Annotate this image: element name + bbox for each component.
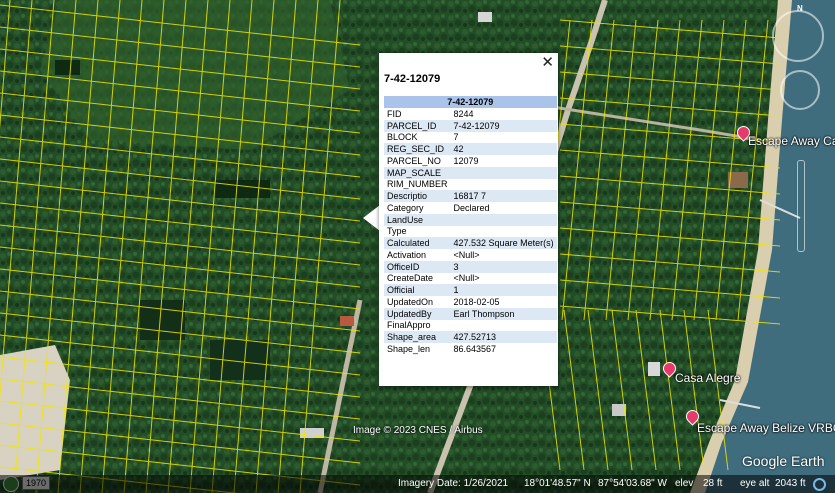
attribute-value: 12079 [450, 155, 557, 167]
attribute-value: <Null> [450, 272, 557, 285]
attribute-key: Shape_len [384, 343, 451, 355]
attribute-value: 1 [450, 284, 557, 296]
imagery-date: Imagery Date: 1/26/2021 [398, 478, 509, 489]
place-label-casa-alegre[interactable]: Casa Alegre [675, 371, 740, 385]
attribute-key: BLOCK [384, 131, 451, 144]
attribute-table: 7-42-12079 FID 8244 PARCEL_ID 7-42-12079 BLO… [384, 96, 557, 355]
eye-alt-value: 2043 ft [775, 478, 806, 489]
attribute-key: LandUse [384, 213, 451, 226]
attribute-key: MAP_SCALE [384, 166, 451, 179]
table-row: BLOCK 7 [384, 131, 557, 144]
status-bar: Imagery Date: 1/26/2021 18°01'48.57" N 8… [0, 475, 835, 493]
status-indicator-icon [813, 478, 826, 491]
attribute-value: 7 [450, 131, 557, 144]
table-row: LandUse [384, 213, 557, 226]
attribute-key: FID [384, 108, 451, 120]
table-row: Category Declared [384, 202, 557, 214]
attribute-value [450, 213, 557, 226]
table-row: RIM_NUMBER [384, 178, 557, 191]
elevation-label: elev [675, 478, 694, 489]
attribute-value [450, 319, 557, 332]
attribute-value: 16817 7 [450, 190, 557, 202]
longitude: 87°54'03.68" W [598, 478, 667, 489]
attribute-key: UpdatedBy [384, 307, 451, 320]
attribute-key: OfficeID [384, 260, 451, 273]
table-row: CreateDate <Null> [384, 272, 557, 285]
attribute-key: RIM_NUMBER [384, 178, 451, 191]
eye-alt-label: eye alt [740, 478, 770, 489]
attribute-key: PARCEL_ID [384, 119, 451, 132]
attribute-value: Declared [450, 202, 557, 214]
look-control[interactable] [772, 10, 824, 62]
attribute-value: 86.643567 [450, 343, 557, 355]
table-row: Calculated 427.532 Square Meter(s) [384, 237, 557, 249]
place-label-escape-away-casa[interactable]: Escape Away Casa C [748, 134, 835, 148]
attribute-key: Activation [384, 249, 451, 261]
attribute-value: 42 [450, 143, 557, 155]
table-row: REG_SEC_ID 42 [384, 143, 557, 155]
close-icon[interactable]: ✕ [541, 54, 554, 72]
table-row: Activation <Null> [384, 249, 557, 261]
attribute-value: 427.532 Square Meter(s) [450, 237, 557, 249]
table-row: PARCEL_NO 12079 [384, 155, 557, 167]
table-row: FID 8244 [384, 108, 557, 120]
attribute-key: Type [384, 225, 451, 238]
table-row: OfficeID 3 [384, 260, 557, 273]
table-row: Shape_area 427.52713 [384, 331, 557, 343]
compass-north-label: N [797, 4, 803, 13]
table-row: Type [384, 225, 557, 238]
attribute-key: Descriptio [384, 190, 451, 202]
attribute-key: FinalAppro [384, 319, 451, 332]
attribute-value: Earl Thompson [450, 307, 557, 320]
attribute-value [450, 225, 557, 238]
table-header: 7-42-12079 [384, 96, 557, 108]
zoom-slider[interactable] [797, 160, 805, 252]
attribute-key: PARCEL_NO [384, 155, 451, 167]
attribute-key: Shape_area [384, 331, 451, 343]
popup-pointer [363, 205, 380, 231]
attribute-value: 7-42-12079 [450, 119, 557, 132]
table-row: Official 1 [384, 284, 557, 296]
attribute-value: <Null> [450, 249, 557, 261]
place-label-escape-away-belize[interactable]: Escape Away Belize VRBO [697, 421, 835, 435]
attribute-value [450, 166, 557, 179]
table-row: Shape_len 86.643567 [384, 343, 557, 355]
table-row: UpdatedOn 2018-02-05 [384, 296, 557, 308]
move-control[interactable] [780, 70, 820, 110]
attribute-key: UpdatedOn [384, 296, 451, 308]
attribute-key: REG_SEC_ID [384, 143, 451, 155]
popup-title: 7-42-12079 [384, 73, 441, 85]
table-row: MAP_SCALE [384, 166, 557, 179]
attribute-value: 3 [450, 260, 557, 273]
table-row: PARCEL_ID 7-42-12079 [384, 119, 557, 132]
attribute-key: Category [384, 202, 451, 214]
attribute-value [450, 178, 557, 191]
latitude: 18°01'48.57" N [524, 478, 591, 489]
table-row: FinalAppro [384, 319, 557, 332]
table-row: UpdatedBy Earl Thompson [384, 307, 557, 320]
imagery-copyright: Image © 2023 CNES / Airbus [353, 425, 483, 436]
parcel-info-popup: 7-42-12079 ✕ 7-42-12079 FID 8244 PARCEL_ID… [379, 53, 558, 386]
attribute-value: 427.52713 [450, 331, 557, 343]
table-row: Descriptio 16817 7 [384, 190, 557, 202]
attribute-value: 8244 [450, 108, 557, 120]
google-earth-logo: Google Earth [742, 453, 825, 469]
attribute-key: Official [384, 284, 451, 296]
attribute-key: CreateDate [384, 272, 451, 285]
attribute-key: Calculated [384, 237, 451, 249]
elevation-value: 28 ft [703, 478, 723, 489]
attribute-value: 2018-02-05 [450, 296, 557, 308]
